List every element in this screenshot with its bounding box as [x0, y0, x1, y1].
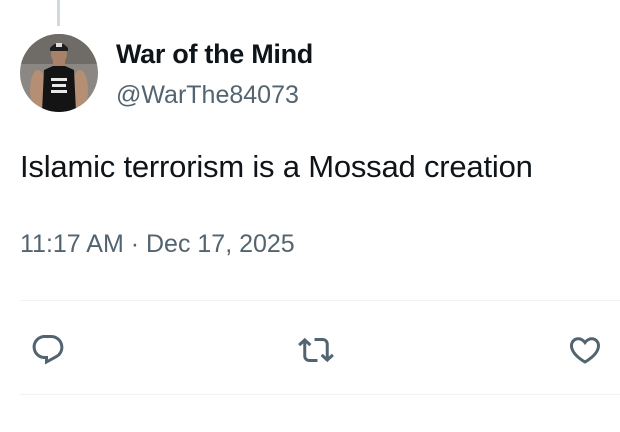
like-button[interactable]: [565, 330, 605, 370]
avatar[interactable]: [20, 34, 98, 112]
divider-top: [20, 300, 620, 301]
repost-icon: [298, 337, 334, 363]
thread-connector-line: [57, 0, 60, 26]
divider-bottom: [20, 394, 620, 395]
reply-button[interactable]: [28, 330, 68, 370]
tweet-text: Islamic terrorism is a Mossad creation: [20, 149, 533, 184]
heart-icon: [569, 337, 601, 364]
avatar-image: [20, 34, 98, 112]
repost-button[interactable]: [296, 330, 336, 370]
author-display-name[interactable]: War of the Mind: [116, 36, 313, 72]
author-handle[interactable]: @WarThe84073: [116, 78, 299, 112]
tweet-timestamp[interactable]: 11:17 AM · Dec 17, 2025: [20, 227, 295, 261]
reply-icon: [32, 335, 64, 365]
